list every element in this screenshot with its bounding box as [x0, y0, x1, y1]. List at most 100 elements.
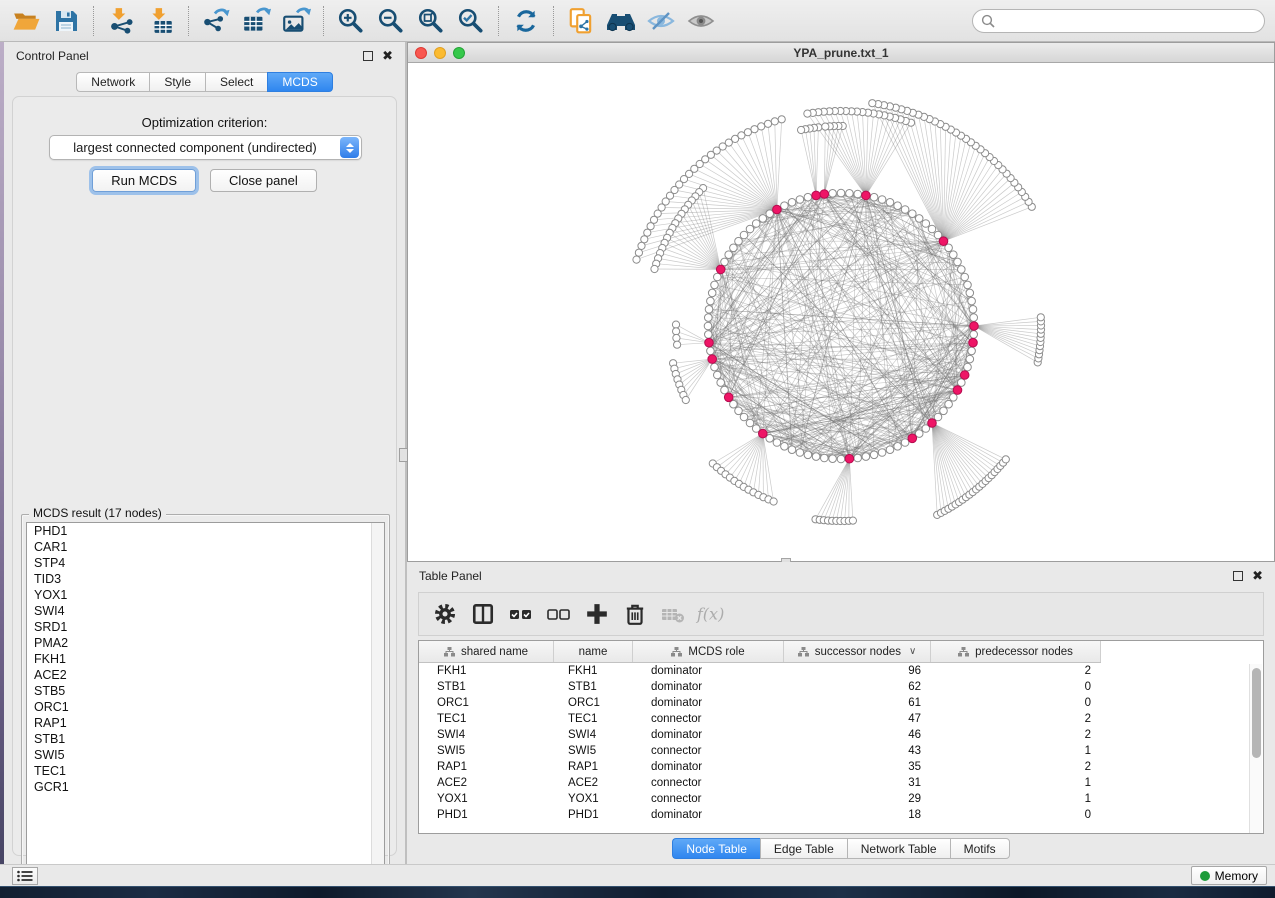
- import-table-button[interactable]: [143, 3, 179, 39]
- table-row[interactable]: YOX1YOX1connector291: [419, 791, 1263, 807]
- export-table-button[interactable]: [238, 3, 274, 39]
- zoom-in-button[interactable]: [333, 3, 369, 39]
- table-cell: 61: [784, 695, 931, 711]
- table-body: FKH1FKH1dominator962STB1STB1dominator620…: [419, 663, 1263, 823]
- table-panel-title: Table Panel: [419, 569, 482, 583]
- fx-icon: f(x): [695, 602, 727, 626]
- tab-style[interactable]: Style: [149, 72, 205, 92]
- tab-edge-table[interactable]: Edge Table: [760, 838, 847, 859]
- column-header-shared-name[interactable]: shared name: [419, 641, 554, 662]
- scrollbar-thumb[interactable]: [1252, 668, 1261, 758]
- mcds-result-item[interactable]: ORC1: [27, 699, 384, 715]
- selected-criterion: largest connected component (undirected): [50, 140, 340, 155]
- table-cell: PHD1: [419, 807, 554, 823]
- export-image-button[interactable]: [278, 3, 314, 39]
- show-columns-button[interactable]: [467, 598, 499, 630]
- table-row[interactable]: SWI4SWI4dominator462: [419, 727, 1263, 743]
- delete-column-button[interactable]: [619, 598, 651, 630]
- table-cell: 62: [784, 679, 931, 695]
- mcds-result-item[interactable]: YOX1: [27, 587, 384, 603]
- column-header-successor-nodes[interactable]: successor nodes ∨: [784, 641, 931, 662]
- tab-network[interactable]: Network: [76, 72, 149, 92]
- close-panel-icon[interactable]: ✖: [382, 51, 393, 61]
- unchecked-boxes-icon: [546, 602, 572, 626]
- table-cell: SWI5: [554, 743, 633, 759]
- mcds-result-item[interactable]: STB5: [27, 683, 384, 699]
- table-cell: STB1: [554, 679, 633, 695]
- table-row[interactable]: STB1STB1dominator620: [419, 679, 1263, 695]
- float-panel-icon[interactable]: [363, 51, 373, 61]
- add-column-button[interactable]: [581, 598, 613, 630]
- show-all-button[interactable]: [683, 3, 719, 39]
- mcds-result-item[interactable]: ACE2: [27, 667, 384, 683]
- export-image-icon: [281, 7, 311, 35]
- close-panel-button[interactable]: Close panel: [210, 169, 317, 192]
- mcds-result-item[interactable]: PMA2: [27, 635, 384, 651]
- tab-network-table[interactable]: Network Table: [847, 838, 950, 859]
- save-button[interactable]: [48, 3, 84, 39]
- column-header-name[interactable]: name: [554, 641, 633, 662]
- table-settings-button[interactable]: [429, 598, 461, 630]
- table-row[interactable]: SWI5SWI5connector431: [419, 743, 1263, 759]
- mcds-result-item[interactable]: FKH1: [27, 651, 384, 667]
- table-cell: YOX1: [419, 791, 554, 807]
- zoom-out-button[interactable]: [373, 3, 409, 39]
- task-history-button[interactable]: [12, 867, 38, 885]
- table-row[interactable]: PHD1PHD1dominator180: [419, 807, 1263, 823]
- table-row[interactable]: TEC1TEC1connector472: [419, 711, 1263, 727]
- mcds-result-item[interactable]: STB1: [27, 731, 384, 747]
- network-window-titlebar[interactable]: YPA_prune.txt_1: [408, 43, 1274, 63]
- table-cell: SWI4: [554, 727, 633, 743]
- first-neighbors-button[interactable]: [603, 3, 639, 39]
- table-row[interactable]: RAP1RAP1dominator352: [419, 759, 1263, 775]
- tab-node-table[interactable]: Node Table: [672, 838, 760, 859]
- export-network-button[interactable]: [198, 3, 234, 39]
- tab-mcds[interactable]: MCDS: [267, 72, 332, 92]
- tab-select[interactable]: Select: [205, 72, 267, 92]
- table-row[interactable]: ORC1ORC1dominator610: [419, 695, 1263, 711]
- search-input[interactable]: [1000, 12, 1264, 30]
- memory-label: Memory: [1215, 869, 1258, 883]
- node-table[interactable]: shared name name MCDS role successor nod…: [418, 640, 1264, 834]
- run-mcds-button[interactable]: Run MCDS: [92, 169, 196, 192]
- refresh-button[interactable]: [508, 3, 544, 39]
- table-cell: 2: [931, 759, 1101, 775]
- mcds-result-item[interactable]: SRD1: [27, 619, 384, 635]
- table-cell: 1: [931, 775, 1101, 791]
- optimization-criterion-select[interactable]: largest connected component (undirected): [49, 135, 362, 160]
- column-header-mcds-role[interactable]: MCDS role: [633, 641, 784, 662]
- checked-boxes-icon: [508, 602, 534, 626]
- table-cell: dominator: [633, 695, 784, 711]
- table-scrollbar[interactable]: [1249, 664, 1262, 833]
- table-cell: connector: [633, 791, 784, 807]
- column-header-predecessor-nodes[interactable]: predecessor nodes: [931, 641, 1101, 662]
- mcds-result-item[interactable]: SWI4: [27, 603, 384, 619]
- mcds-result-item[interactable]: CAR1: [27, 539, 384, 555]
- zoom-fit-button[interactable]: [413, 3, 449, 39]
- mcds-result-item[interactable]: TEC1: [27, 763, 384, 779]
- mcds-result-item[interactable]: PHD1: [27, 523, 384, 539]
- mcds-result-list[interactable]: PHD1CAR1STP4TID3YOX1SWI4SRD1PMA2FKH1ACE2…: [26, 522, 385, 880]
- table-cell: dominator: [633, 663, 784, 679]
- table-row[interactable]: ACE2ACE2connector311: [419, 775, 1263, 791]
- mcds-result-item[interactable]: RAP1: [27, 715, 384, 731]
- copy-style-button[interactable]: [563, 3, 599, 39]
- network-graph[interactable]: [408, 63, 1274, 561]
- table-row[interactable]: FKH1FKH1dominator962: [419, 663, 1263, 679]
- float-table-panel-icon[interactable]: [1233, 571, 1243, 581]
- close-table-panel-icon[interactable]: ✖: [1252, 571, 1263, 581]
- import-network-button[interactable]: [103, 3, 139, 39]
- select-all-button[interactable]: [505, 598, 537, 630]
- mcds-result-item[interactable]: STP4: [27, 555, 384, 571]
- mcds-result-item[interactable]: GCR1: [27, 779, 384, 795]
- hide-selected-button[interactable]: [643, 3, 679, 39]
- memory-button[interactable]: Memory: [1191, 866, 1267, 885]
- list-scrollbar[interactable]: [371, 523, 384, 879]
- deselect-all-button[interactable]: [543, 598, 575, 630]
- mcds-result-item[interactable]: TID3: [27, 571, 384, 587]
- open-file-button[interactable]: [8, 3, 44, 39]
- tab-motifs[interactable]: Motifs: [950, 838, 1010, 859]
- search-field[interactable]: [972, 9, 1265, 33]
- mcds-result-item[interactable]: SWI5: [27, 747, 384, 763]
- zoom-selected-button[interactable]: [453, 3, 489, 39]
